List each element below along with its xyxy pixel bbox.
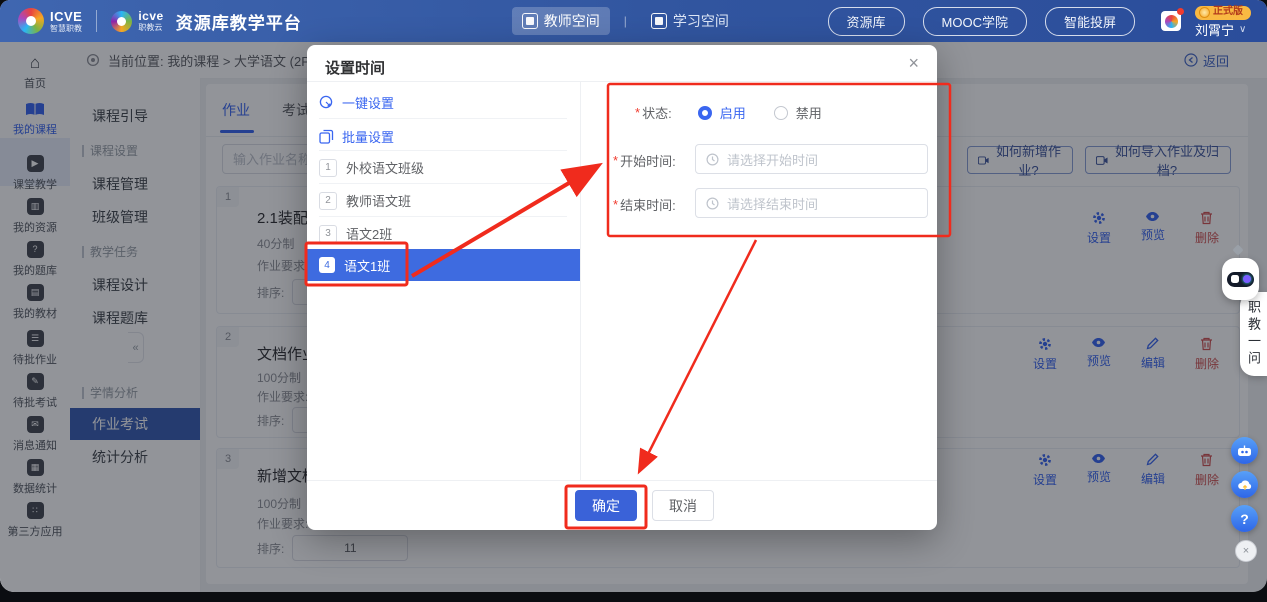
medal-icon bbox=[1199, 7, 1210, 18]
clock-icon bbox=[706, 153, 719, 166]
dialog-title: 设置时间 bbox=[325, 57, 385, 78]
list-separator bbox=[319, 216, 567, 217]
start-time-placeholder: 请选择开始时间 bbox=[727, 150, 818, 169]
teacher-space-icon bbox=[522, 13, 538, 29]
nav-teacher-space[interactable]: 教师空间 bbox=[512, 7, 610, 35]
cloud-icon bbox=[1237, 478, 1253, 491]
class-item-2[interactable]: 2 教师语文班 bbox=[319, 191, 411, 210]
class-label: 语文1班 bbox=[344, 256, 390, 275]
start-time-input[interactable]: 请选择开始时间 bbox=[695, 144, 928, 174]
question-mark-icon: ? bbox=[1240, 511, 1249, 527]
start-time-row: * 开始时间: bbox=[613, 151, 676, 170]
header-nav: 教师空间 | 学习空间 bbox=[512, 7, 739, 35]
nav-separator: | bbox=[624, 14, 627, 28]
radio-enable-label[interactable]: 启用 bbox=[720, 103, 746, 122]
version-badge: 正式版 bbox=[1195, 6, 1251, 20]
dialog-divider bbox=[307, 81, 937, 82]
logo-brand-2: icve bbox=[138, 10, 163, 22]
confirm-button[interactable]: 确定 bbox=[575, 490, 637, 521]
widget-close-button[interactable]: × bbox=[1235, 540, 1257, 562]
clock-icon bbox=[706, 197, 719, 210]
class-number-badge: 1 bbox=[319, 159, 337, 177]
zjy-logo-icon bbox=[111, 11, 132, 32]
notification-dot bbox=[1177, 8, 1184, 15]
robot-visor bbox=[1227, 272, 1254, 287]
end-time-placeholder: 请选择结束时间 bbox=[727, 194, 818, 213]
smart-cast-button[interactable]: 智能投屏 bbox=[1045, 7, 1135, 36]
end-time-label: 结束时间: bbox=[620, 195, 676, 214]
logo-divider bbox=[96, 10, 97, 32]
nav-teacher-space-label: 教师空间 bbox=[544, 11, 600, 31]
end-time-row: * 结束时间: bbox=[613, 195, 676, 214]
close-icon: × bbox=[1243, 545, 1249, 557]
class-number-badge: 3 bbox=[319, 225, 337, 243]
icve-logo-text: ICVE 智慧职教 bbox=[50, 10, 82, 33]
class-item-4-selected[interactable]: 4 语文1班 bbox=[307, 249, 580, 281]
screen: ICVE 智慧职教 icve 职教云 资源库教学平台 教师空间 | 学习空间 资… bbox=[0, 0, 1267, 592]
close-icon[interactable]: × bbox=[908, 53, 919, 74]
app-shortcut-icon[interactable] bbox=[1161, 11, 1181, 31]
username: 刘霄宁 bbox=[1195, 24, 1234, 37]
class-number-badge: 4 bbox=[319, 257, 335, 273]
resource-library-button[interactable]: 资源库 bbox=[828, 7, 905, 36]
start-time-label: 开始时间: bbox=[620, 151, 676, 170]
footer-divider bbox=[307, 480, 937, 481]
mini-swirl-icon bbox=[1165, 15, 1178, 28]
class-item-1[interactable]: 1 外校语文班级 bbox=[319, 158, 424, 177]
chevron-down-icon: ∨ bbox=[1239, 25, 1246, 35]
one-key-setting-item[interactable]: 一键设置 bbox=[319, 93, 394, 112]
version-badge-label: 正式版 bbox=[1213, 7, 1243, 17]
header-pills: 资源库 MOOC学院 智能投屏 bbox=[828, 7, 1135, 36]
batch-setting-item[interactable]: 批量设置 bbox=[319, 127, 394, 146]
status-row: * 状态: 启用 禁用 bbox=[635, 103, 822, 122]
class-label: 语文2班 bbox=[346, 224, 392, 243]
radio-disable[interactable] bbox=[774, 106, 788, 120]
chat-assistant-button[interactable] bbox=[1231, 437, 1258, 464]
mini-robot-icon bbox=[1237, 445, 1252, 457]
class-number-badge: 2 bbox=[319, 192, 337, 210]
zjy-logo-text: icve 职教云 bbox=[138, 10, 163, 32]
help-button[interactable]: ? bbox=[1231, 505, 1258, 532]
app-window: ICVE 智慧职教 icve 职教云 资源库教学平台 教师空间 | 学习空间 资… bbox=[0, 0, 1267, 602]
app-header: ICVE 智慧职教 icve 职教云 资源库教学平台 教师空间 | 学习空间 资… bbox=[0, 0, 1267, 42]
logo-sub: 智慧职教 bbox=[50, 25, 82, 33]
batch-setting-label: 批量设置 bbox=[342, 127, 394, 146]
required-mark: * bbox=[635, 105, 640, 120]
robot-eye-right bbox=[1243, 275, 1251, 283]
user-menu[interactable]: 刘霄宁 ∨ bbox=[1195, 24, 1246, 37]
one-key-icon bbox=[319, 95, 334, 110]
mooc-college-button[interactable]: MOOC学院 bbox=[923, 7, 1027, 36]
list-separator bbox=[319, 183, 567, 184]
end-time-input[interactable]: 请选择结束时间 bbox=[695, 188, 928, 218]
learning-space-icon bbox=[651, 13, 667, 29]
logo-sub-2: 职教云 bbox=[138, 24, 163, 32]
class-label: 外校语文班级 bbox=[346, 158, 424, 177]
nav-learning-space[interactable]: 学习空间 bbox=[641, 7, 739, 35]
cloud-download-button[interactable] bbox=[1231, 471, 1258, 498]
panel-divider bbox=[580, 82, 581, 480]
robot-eye-left bbox=[1231, 275, 1239, 283]
platform-title: 资源库教学平台 bbox=[176, 9, 302, 34]
list-separator bbox=[319, 150, 567, 151]
one-key-setting-label: 一键设置 bbox=[342, 93, 394, 112]
icve-logo-icon bbox=[18, 8, 44, 34]
list-separator bbox=[319, 118, 567, 119]
set-time-dialog: 设置时间 × 一键设置 批量设置 1 外校语文班级 2 教师语文班 3 语文2班 bbox=[307, 45, 937, 530]
logo-brand: ICVE bbox=[50, 10, 82, 23]
radio-disable-label[interactable]: 禁用 bbox=[796, 103, 822, 122]
class-item-3[interactable]: 3 语文2班 bbox=[319, 224, 392, 243]
class-label: 教师语文班 bbox=[346, 191, 411, 210]
assistant-label: 职教一问 bbox=[1244, 300, 1263, 368]
radio-enable[interactable] bbox=[698, 106, 712, 120]
nav-learning-space-label: 学习空间 bbox=[673, 11, 729, 31]
user-box: 正式版 刘霄宁 ∨ bbox=[1195, 6, 1251, 37]
status-label: 状态: bbox=[642, 103, 672, 122]
required-mark: * bbox=[613, 153, 618, 168]
cancel-button[interactable]: 取消 bbox=[652, 490, 714, 521]
required-mark: * bbox=[613, 197, 618, 212]
batch-icon bbox=[319, 129, 334, 144]
assistant-robot-icon[interactable] bbox=[1222, 258, 1259, 300]
assistant-pill[interactable]: 职教一问 bbox=[1240, 292, 1267, 376]
